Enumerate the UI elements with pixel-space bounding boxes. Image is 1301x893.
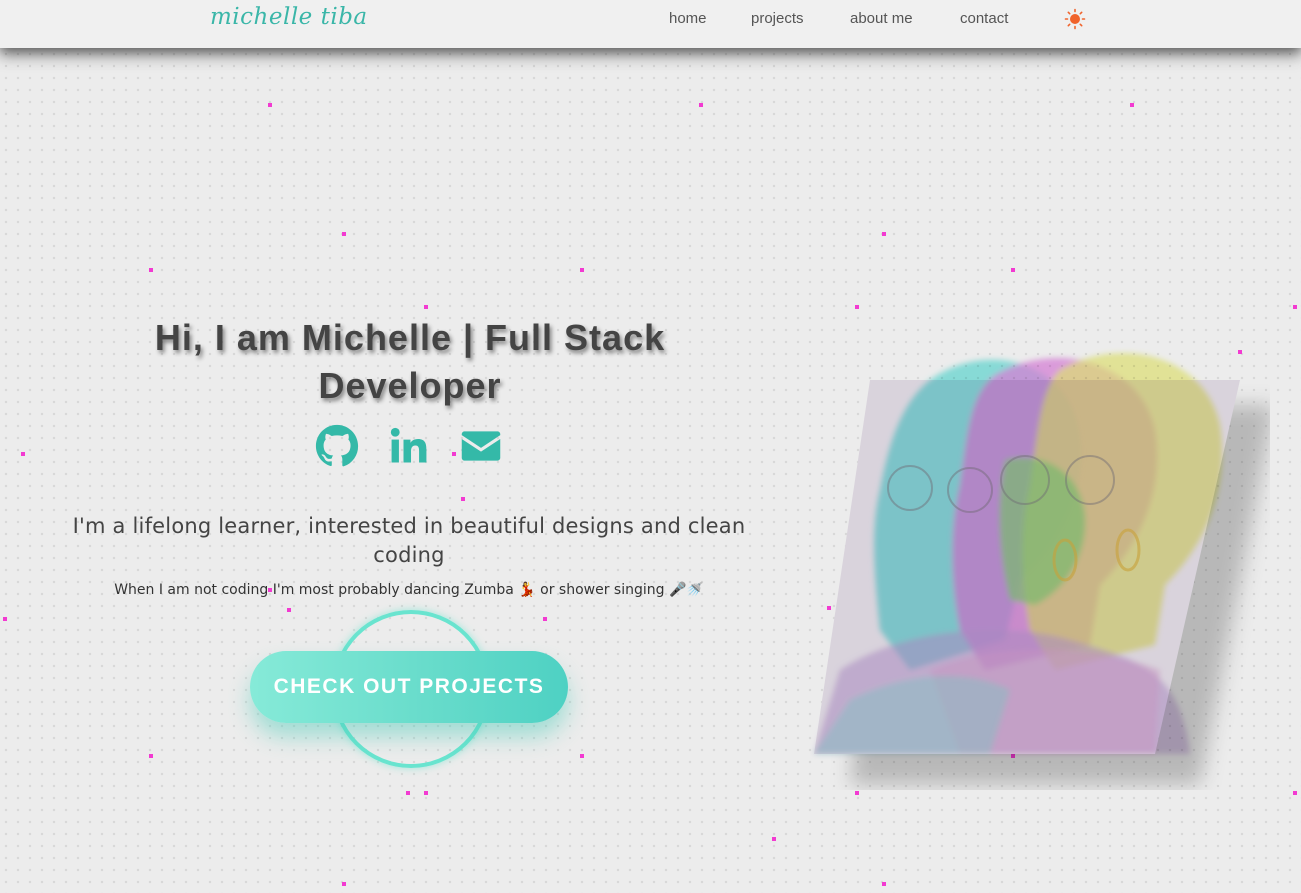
hero-title: Hi, I am Michelle | Full Stack Developer bbox=[154, 317, 666, 406]
hero-subtext: When I am not coding I'm most probably d… bbox=[114, 582, 704, 598]
hero-tagline: I'm a lifelong learner, interested in be… bbox=[72, 514, 746, 567]
nav-link-contact[interactable]: contact bbox=[960, 10, 1008, 27]
linkedin-link[interactable] bbox=[387, 424, 431, 468]
sun-icon bbox=[1064, 8, 1086, 30]
email-link[interactable] bbox=[459, 424, 503, 468]
nav-link-about-me[interactable]: about me bbox=[850, 10, 913, 27]
github-link[interactable] bbox=[315, 424, 359, 468]
nav-links: home projects about me contact bbox=[0, 10, 1301, 30]
navbar: michelle tiba home projects about me con… bbox=[0, 0, 1301, 48]
theme-toggle-button[interactable] bbox=[1064, 8, 1086, 30]
github-icon bbox=[315, 424, 359, 467]
envelope-icon bbox=[461, 431, 501, 461]
linkedin-icon bbox=[390, 427, 427, 463]
nav-link-home[interactable]: home bbox=[669, 10, 707, 27]
portrait-illustration bbox=[810, 340, 1275, 790]
check-out-projects-button[interactable]: CHECK OUT PROJECTS bbox=[250, 651, 568, 723]
nav-link-projects[interactable]: projects bbox=[751, 10, 804, 27]
